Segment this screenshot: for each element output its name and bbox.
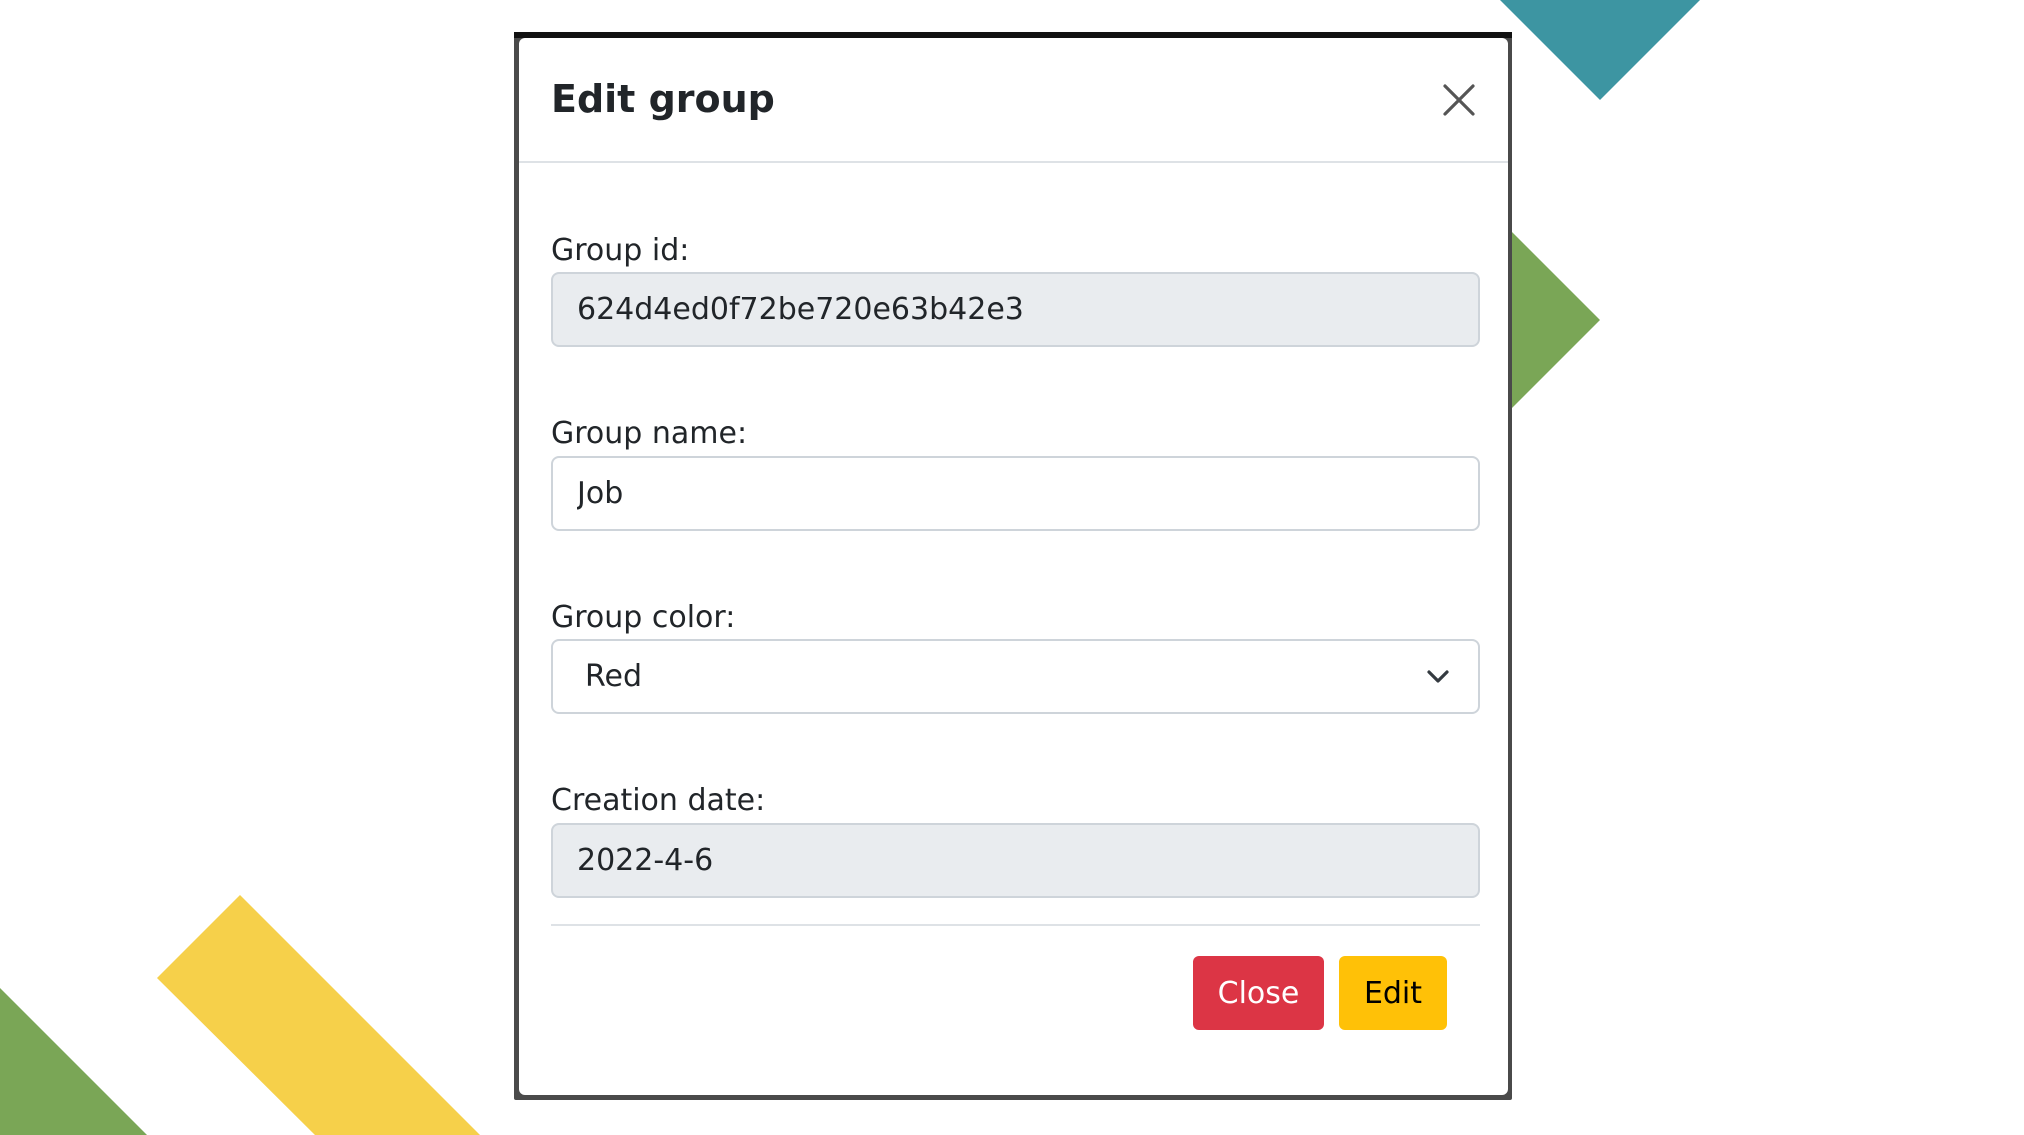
group-id-label: Group id: <box>551 233 690 268</box>
group-name-input[interactable] <box>551 456 1480 531</box>
footer-divider <box>551 924 1480 926</box>
group-color-selected-value: Red <box>585 659 642 694</box>
close-button[interactable]: Close <box>1193 956 1324 1030</box>
edit-group-modal: Edit group Group id: Group name: Group c… <box>519 38 1508 1095</box>
teal-triangle-decoration <box>1500 0 1700 100</box>
group-color-select[interactable]: Red <box>551 639 1480 714</box>
chevron-down-icon <box>1427 670 1449 683</box>
close-icon[interactable] <box>1439 80 1479 120</box>
group-id-field <box>551 272 1480 347</box>
yellow-stripe-decoration <box>157 895 480 1135</box>
creation-date-field <box>551 823 1480 898</box>
edit-button[interactable]: Edit <box>1339 956 1447 1030</box>
green-triangle-decoration-right <box>1512 232 1600 408</box>
creation-date-label: Creation date: <box>551 783 766 818</box>
modal-title: Edit group <box>551 77 775 121</box>
green-triangle-decoration-left <box>0 988 147 1135</box>
group-color-label: Group color: <box>551 600 736 635</box>
modal-header: Edit group <box>519 38 1508 163</box>
group-name-label: Group name: <box>551 416 748 451</box>
